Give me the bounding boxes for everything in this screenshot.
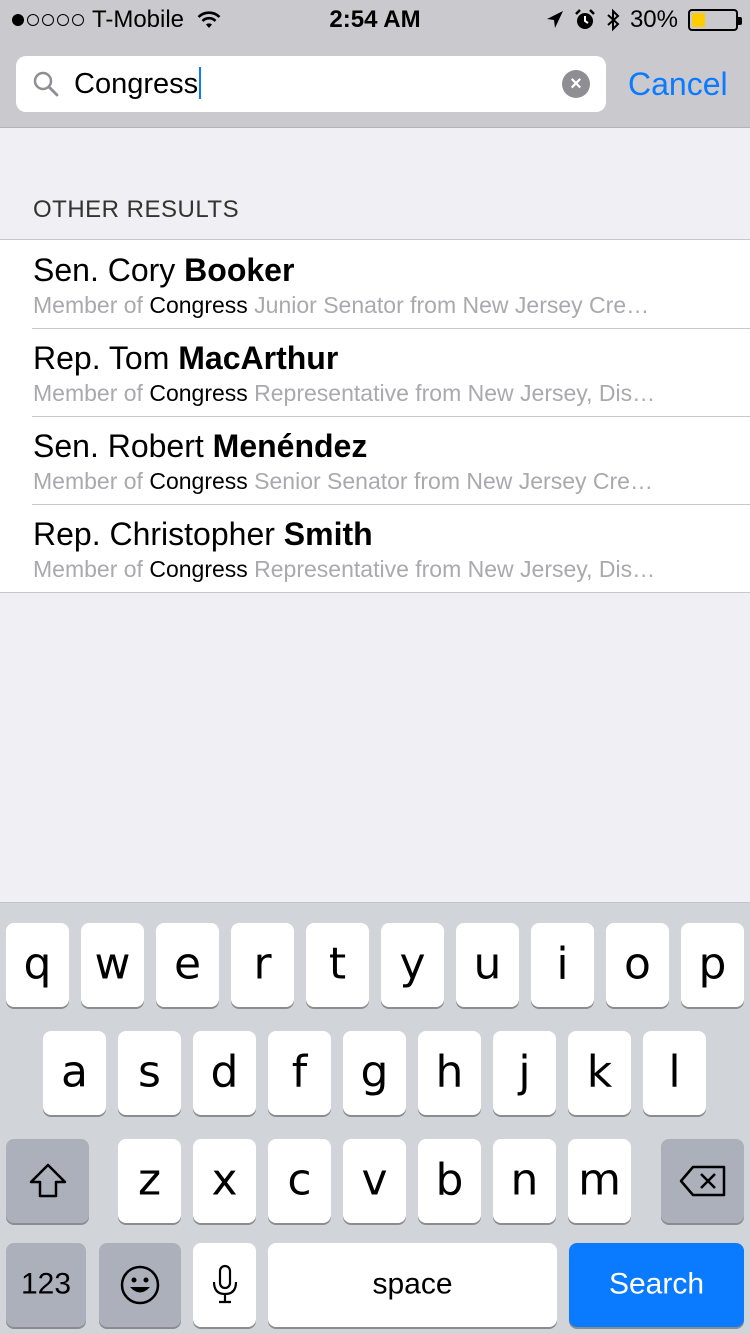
battery-percent: 30% — [629, 6, 678, 33]
status-bar: T-Mobile 2:54 AM 30% — [0, 0, 750, 40]
key-i[interactable]: i — [531, 923, 594, 1007]
key-p[interactable]: p — [681, 923, 744, 1007]
keyboard: q w e r t y u i o p a s d f g h j k l z … — [0, 902, 750, 1334]
key-u[interactable]: u — [456, 923, 519, 1007]
result-row[interactable]: Sen. Cory Booker Member of Congress Juni… — [0, 240, 750, 328]
key-q[interactable]: q — [6, 923, 69, 1007]
alarm-icon — [575, 9, 595, 29]
space-key[interactable]: space — [268, 1243, 557, 1327]
key-j[interactable]: j — [493, 1031, 556, 1115]
signal-strength-icon — [12, 14, 84, 26]
result-title: Rep. Tom MacArthur — [33, 340, 339, 376]
key-t[interactable]: t — [306, 923, 369, 1007]
key-x[interactable]: x — [193, 1139, 256, 1223]
key-n[interactable]: n — [493, 1139, 556, 1223]
key-o[interactable]: o — [606, 923, 669, 1007]
section-header: OTHER RESULTS — [33, 196, 240, 223]
cancel-button[interactable]: Cancel — [628, 56, 728, 112]
key-l[interactable]: l — [643, 1031, 706, 1115]
result-subtitle: Member of Congress Representative from N… — [33, 556, 656, 582]
key-a[interactable]: a — [43, 1031, 106, 1115]
shift-icon — [29, 1163, 67, 1198]
results-list: Sen. Cory Booker Member of Congress Juni… — [0, 239, 750, 593]
result-subtitle: Member of Congress Representative from N… — [33, 380, 656, 406]
backspace-icon — [679, 1165, 726, 1197]
result-row[interactable]: Rep. Christopher Smith Member of Congres… — [0, 504, 750, 592]
key-z[interactable]: z — [118, 1139, 181, 1223]
emoji-key[interactable] — [99, 1243, 181, 1327]
battery-level — [692, 13, 705, 27]
battery-icon — [688, 9, 742, 31]
key-f[interactable]: f — [268, 1031, 331, 1115]
key-g[interactable]: g — [343, 1031, 406, 1115]
search-input[interactable]: Congress × — [16, 56, 606, 112]
key-v[interactable]: v — [343, 1139, 406, 1223]
shift-key[interactable] — [6, 1139, 89, 1223]
key-c[interactable]: c — [268, 1139, 331, 1223]
key-m[interactable]: m — [568, 1139, 631, 1223]
clear-search-icon[interactable]: × — [562, 70, 590, 98]
bluetooth-icon — [607, 8, 620, 32]
key-d[interactable]: d — [193, 1031, 256, 1115]
text-cursor — [199, 67, 202, 100]
dictation-key[interactable] — [193, 1243, 256, 1327]
emoji-icon — [120, 1265, 160, 1305]
carrier-name: T-Mobile — [92, 6, 185, 33]
key-b[interactable]: b — [418, 1139, 481, 1223]
result-subtitle: Member of Congress Junior Senator from N… — [33, 292, 650, 318]
delete-key[interactable] — [661, 1139, 744, 1223]
search-query: Congress — [74, 68, 199, 100]
key-y[interactable]: y — [381, 923, 444, 1007]
search-header: T-Mobile 2:54 AM 30% Congress × Cancel — [0, 0, 750, 128]
result-title: Sen. Cory Booker — [33, 252, 295, 288]
search-icon — [33, 71, 59, 97]
result-row[interactable]: Sen. Robert Menéndez Member of Congress … — [0, 416, 750, 504]
result-subtitle: Member of Congress Senior Senator from N… — [33, 468, 653, 494]
key-r[interactable]: r — [231, 923, 294, 1007]
result-title: Sen. Robert Menéndez — [33, 428, 368, 464]
key-w[interactable]: w — [81, 923, 144, 1007]
result-row[interactable]: Rep. Tom MacArthur Member of Congress Re… — [0, 328, 750, 416]
key-k[interactable]: k — [568, 1031, 631, 1115]
microphone-icon — [212, 1264, 238, 1304]
wifi-icon — [197, 11, 221, 28]
numbers-key[interactable]: 123 — [6, 1243, 86, 1327]
key-e[interactable]: e — [156, 923, 219, 1007]
key-h[interactable]: h — [418, 1031, 481, 1115]
key-s[interactable]: s — [118, 1031, 181, 1115]
result-title: Rep. Christopher Smith — [33, 516, 373, 552]
search-key[interactable]: Search — [569, 1243, 744, 1327]
location-arrow-icon — [546, 11, 563, 28]
